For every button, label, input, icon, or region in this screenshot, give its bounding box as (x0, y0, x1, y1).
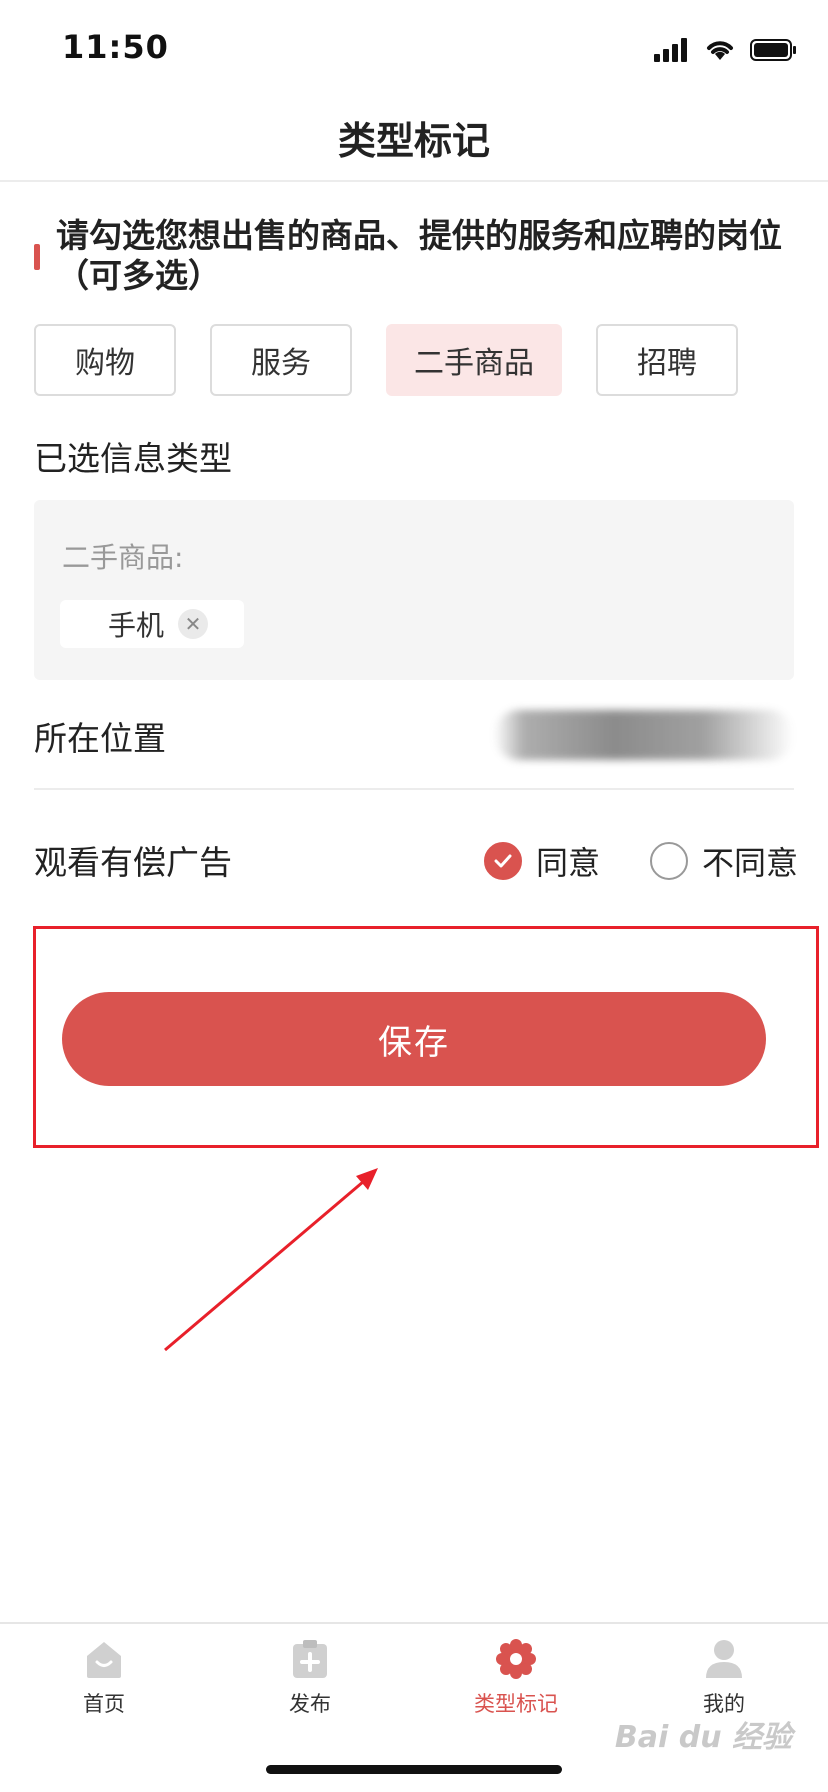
battery-icon (750, 39, 796, 61)
location-label: 所在位置 (34, 719, 166, 758)
cellular-signal-icon (654, 38, 687, 62)
tab-publish[interactable]: 发布 (240, 1636, 380, 1718)
tag-label: 手机 (108, 609, 165, 642)
radio-disagree[interactable]: 不同意 (650, 838, 798, 884)
type-button-shopping[interactable]: 购物 (34, 324, 176, 396)
selected-info-title: 已选信息类型 (34, 439, 232, 478)
flower-icon (496, 1639, 536, 1679)
radio-agree-label: 同意 (536, 844, 601, 882)
section-accent-bar (34, 244, 40, 270)
radio-empty-icon (650, 842, 688, 880)
status-time: 11:50 (62, 28, 169, 66)
wifi-icon (707, 41, 733, 60)
tab-mine[interactable]: 我的 (654, 1636, 794, 1718)
tabbar-divider (0, 1622, 828, 1624)
location-value-blurred[interactable] (494, 710, 794, 760)
row-divider (34, 788, 794, 790)
tab-home[interactable]: 首页 (34, 1636, 174, 1718)
home-icon (87, 1642, 121, 1678)
ads-label: 观看有偿广告 (34, 843, 232, 882)
home-indicator (266, 1765, 562, 1774)
type-button-service[interactable]: 服务 (210, 324, 352, 396)
page-title: 类型标记 (337, 119, 490, 163)
type-button-recruit[interactable]: 招聘 (596, 324, 738, 396)
selected-category-label: 二手商品: (62, 541, 184, 574)
tab-publish-label: 发布 (289, 1692, 331, 1716)
status-icons (654, 36, 798, 64)
user-icon (706, 1640, 742, 1678)
baidu-watermark-logo: Bai du 经验 (614, 1720, 792, 1755)
tab-type-mark-label: 类型标记 (474, 1692, 558, 1716)
selected-tag: 手机 ✕ (60, 600, 244, 648)
tab-type-mark[interactable]: 类型标记 (446, 1636, 586, 1718)
check-icon (484, 842, 522, 880)
selected-info-box: 二手商品: 手机 ✕ (34, 500, 794, 680)
radio-disagree-label: 不同意 (702, 844, 799, 882)
publish-icon (293, 1640, 327, 1678)
tab-home-label: 首页 (83, 1692, 125, 1716)
save-button[interactable]: 保存 (62, 992, 766, 1086)
close-icon[interactable]: ✕ (178, 609, 209, 639)
radio-agree[interactable]: 同意 (484, 838, 600, 884)
nav-divider (0, 180, 828, 182)
status-bar: 11:50 (0, 0, 828, 100)
annotation-arrow-icon (164, 1168, 378, 1352)
type-button-secondhand[interactable]: 二手商品 (386, 324, 562, 396)
section-heading: 请勾选您想出售的商品、提供的服务和应聘的岗位（可多选） (56, 216, 782, 295)
